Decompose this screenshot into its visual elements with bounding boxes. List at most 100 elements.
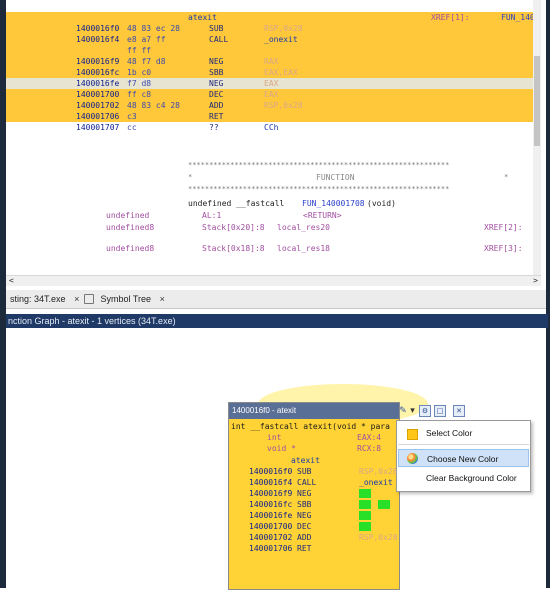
address[interactable]: 1400016fe xyxy=(249,510,292,521)
signature-prefix: undefined __fastcall xyxy=(188,199,285,208)
param-name[interactable]: <RETURN> xyxy=(303,210,342,221)
vertex-toolbar: ✎ ▾ ⚙ □ ✕ xyxy=(398,404,484,420)
listing-row[interactable]: 140001706 c3 RET xyxy=(6,111,541,122)
address[interactable]: 1400016fe xyxy=(76,78,119,89)
group-vertex-icon[interactable]: ⚙ xyxy=(419,405,431,417)
operands[interactable]: _onexit xyxy=(359,477,393,488)
vertex-title[interactable]: 1400016f0 - atexit xyxy=(229,403,399,419)
operands[interactable]: RSP,0x28 xyxy=(264,23,303,34)
address[interactable]: 1400016f4 xyxy=(249,477,292,488)
operands[interactable]: EAX xyxy=(264,78,278,89)
bytes: e8 a7 ff xyxy=(127,35,166,44)
function-graph-vertex[interactable]: 1400016f0 - atexit int __fastcall atexit… xyxy=(228,402,400,590)
listing-vertical-scroll-thumb[interactable] xyxy=(534,56,540,146)
listing-row[interactable]: 1400016f4 e8 a7 ff CALL _onexit xyxy=(6,34,541,45)
operands[interactable]: _onexit xyxy=(264,34,298,45)
mnemonic[interactable]: SBB xyxy=(297,499,311,510)
chevron-down-icon[interactable]: ▾ xyxy=(409,405,416,417)
tab-listing-close-icon[interactable]: × xyxy=(74,294,79,304)
mnemonic[interactable]: NEG xyxy=(297,488,311,499)
mnemonic[interactable]: DEC xyxy=(297,521,311,532)
operands[interactable]: RAX xyxy=(264,56,278,67)
address[interactable]: 1400016fc xyxy=(76,67,119,78)
param-row[interactable]: undefined8 Stack[0x20]:8 local_res20 XRE… xyxy=(6,222,541,233)
mnemonic[interactable]: SUB xyxy=(209,23,223,34)
maximize-icon[interactable]: □ xyxy=(434,405,446,417)
signature-suffix: (void) xyxy=(367,199,396,208)
mnemonic[interactable]: ADD xyxy=(209,100,223,111)
comment-banner-middle: * FUNCTION * xyxy=(6,172,541,183)
operands[interactable]: CCh xyxy=(264,122,278,133)
listing-row[interactable]: 1400016fc 1b c0 SBB EAX,EAX xyxy=(6,67,541,78)
vertex-body[interactable]: int __fastcall atexit(void * para int EA… xyxy=(229,419,399,589)
mnemonic[interactable]: DEC xyxy=(209,89,223,100)
address[interactable]: 1400016f0 xyxy=(76,23,119,34)
address[interactable]: 140001707 xyxy=(76,122,119,133)
address[interactable]: 1400016fc xyxy=(249,499,292,510)
address[interactable]: 140001706 xyxy=(76,111,119,122)
param-name[interactable]: local_res18 xyxy=(277,243,330,254)
address[interactable]: 140001702 xyxy=(76,100,119,111)
param-row[interactable]: undefined AL:1 <RETURN> xyxy=(6,210,541,221)
function-label[interactable]: atexit xyxy=(188,12,217,23)
mnemonic[interactable]: SUB xyxy=(297,466,311,477)
paint-brush-icon[interactable]: ✎ xyxy=(398,405,408,417)
tab-symbol-tree[interactable]: Symbol Tree × xyxy=(80,292,169,306)
listing-pane[interactable]: atexit XREF[1]: FUN_1400 1400016f0 48 83… xyxy=(6,0,546,290)
listing-vertical-scrollbar[interactable] xyxy=(533,0,541,275)
listing-horizontal-scrollbar[interactable]: < > xyxy=(6,275,541,286)
menu-item-label: Choose New Color xyxy=(427,454,499,464)
mnemonic[interactable]: ?? xyxy=(209,122,219,133)
operands[interactable]: EAX,EAX xyxy=(264,67,298,78)
address[interactable]: 140001700 xyxy=(76,89,119,100)
mnemonic[interactable]: RET xyxy=(209,111,223,122)
address[interactable]: 140001702 xyxy=(249,532,292,543)
tab-listing[interactable]: sting: 34T.exe × xyxy=(6,292,83,306)
operands[interactable]: EAX xyxy=(264,89,278,100)
function-signature[interactable]: undefined __fastcall FUN_140001708 (void… xyxy=(6,198,541,209)
scroll-left-arrow-icon[interactable]: < xyxy=(9,276,14,286)
listing-row[interactable]: 1400016f9 48 f7 d8 NEG RAX xyxy=(6,56,541,67)
address[interactable]: 1400016f9 xyxy=(76,56,119,67)
listing-row[interactable]: ff ff xyxy=(6,45,541,56)
mnemonic[interactable]: SBB xyxy=(209,67,223,78)
listing-row[interactable]: 140001707 cc ?? CCh xyxy=(6,122,541,133)
mnemonic[interactable]: NEG xyxy=(209,78,223,89)
scroll-right-arrow-icon[interactable]: > xyxy=(533,276,538,286)
address[interactable]: 140001700 xyxy=(249,521,292,532)
color-swatch-icon xyxy=(407,429,418,440)
listing-row[interactable]: 140001702 48 83 c4 28 ADD RSP,0x28 xyxy=(6,100,541,111)
mnemonic[interactable]: ADD xyxy=(297,532,311,543)
operands[interactable]: RSP,0x28 xyxy=(264,100,303,111)
function-banner: FUNCTION xyxy=(316,173,355,182)
address[interactable]: 1400016f4 xyxy=(76,34,119,45)
mnemonic[interactable]: CALL xyxy=(297,477,316,488)
vertex-function-label[interactable]: atexit xyxy=(291,455,320,466)
mnemonic[interactable]: NEG xyxy=(209,56,223,67)
operands[interactable]: RSP,0x28 xyxy=(359,466,398,477)
listing-row[interactable]: 140001700 ff c8 DEC EAX xyxy=(6,89,541,100)
menu-item-choose-new-color[interactable]: Choose New Color xyxy=(398,449,529,467)
menu-item-select-color[interactable]: Select Color xyxy=(398,424,529,442)
mnemonic[interactable]: CALL xyxy=(209,34,228,45)
tab-symbol-tree-close-icon[interactable]: × xyxy=(160,294,165,304)
mnemonic[interactable]: RET xyxy=(297,543,311,554)
listing-content[interactable]: atexit XREF[1]: FUN_1400 1400016f0 48 83… xyxy=(6,0,541,275)
param-type: undefined xyxy=(106,211,150,220)
function-graph-title[interactable]: nction Graph - atexit - 1 vertices (34T.… xyxy=(6,314,548,328)
address[interactable]: 1400016f0 xyxy=(249,466,292,477)
address[interactable]: 140001706 xyxy=(249,543,292,554)
address[interactable]: 1400016f9 xyxy=(249,488,292,499)
star-line: ****************************************… xyxy=(188,161,450,169)
param-name[interactable]: local_res20 xyxy=(277,222,330,233)
param-storage: AL:1 xyxy=(202,211,222,220)
listing-row[interactable]: 1400016f0 48 83 ec 28 SUB RSP,0x28 xyxy=(6,23,541,34)
mnemonic[interactable]: NEG xyxy=(297,510,311,521)
operands[interactable]: RSP,0x28 xyxy=(359,532,398,543)
signature-name[interactable]: FUN_140001708 xyxy=(302,198,365,209)
menu-item-clear-background-color[interactable]: Clear Background Color xyxy=(398,469,529,487)
listing-row[interactable]: atexit XREF[1]: FUN_1400 xyxy=(6,12,541,23)
restore-icon[interactable]: ✕ xyxy=(453,405,465,417)
param-row[interactable]: undefined8 Stack[0x18]:8 local_res18 XRE… xyxy=(6,243,541,254)
listing-row-current[interactable]: 1400016fe f7 d8 NEG EAX xyxy=(6,78,541,89)
